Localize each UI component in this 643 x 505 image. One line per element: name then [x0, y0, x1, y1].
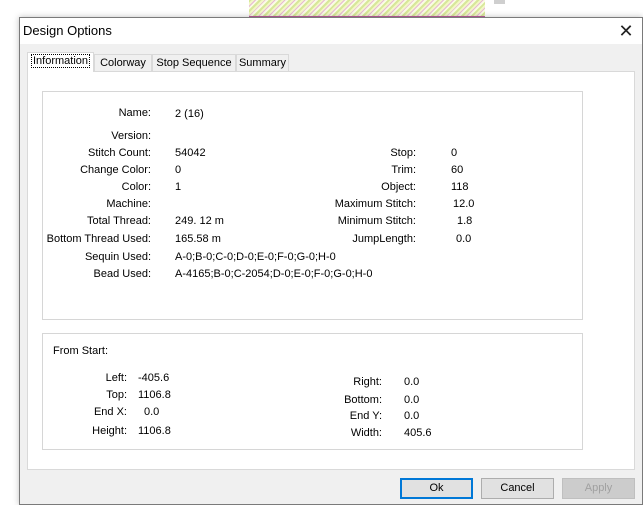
top-label: Top:: [106, 389, 127, 401]
title-bar[interactable]: Design Options ✕: [20, 18, 642, 44]
end-x-label: End X:: [93, 406, 127, 418]
sequin-used-value: A-0;B-0;C-0;D-0;E-0;F-0;G-0;H-0: [175, 251, 336, 263]
min-stitch-label: Minimum Stitch:: [337, 215, 416, 227]
background-edge-mark: [494, 0, 505, 4]
name-value: 2 (16): [175, 108, 204, 120]
bottom-thread-value: 165.58 m: [175, 233, 221, 245]
color-value: 1: [175, 181, 182, 193]
design-options-dialog: Design Options ✕ Information Colorway St…: [19, 17, 643, 505]
bottom-value: 0.0: [404, 394, 420, 406]
trim-value: 60: [451, 164, 464, 176]
max-stitch-value: 12.0: [453, 198, 475, 210]
object-label: Object:: [381, 181, 416, 193]
trim-label: Trim:: [391, 164, 416, 176]
tab-summary[interactable]: Summary: [236, 54, 289, 72]
sequin-used-label: Sequin Used:: [84, 251, 151, 263]
bottom-label: Bottom:: [344, 394, 382, 406]
height-value: 1106.8: [138, 425, 171, 437]
tab-colorway[interactable]: Colorway: [94, 54, 152, 72]
width-label: Width:: [350, 427, 382, 439]
width-value: 405.6: [404, 427, 432, 439]
end-y-label: End Y:: [349, 410, 382, 422]
top-value: 1106.8: [138, 389, 171, 401]
from-start-group: From Start: Left: -405.6 Top: 1106.8 End…: [42, 333, 583, 450]
apply-button[interactable]: Apply: [562, 478, 635, 499]
stop-value: 0: [451, 147, 458, 159]
change-color-value: 0: [175, 164, 182, 176]
max-stitch-label: Maximum Stitch:: [334, 198, 416, 210]
information-panel: Name: 2 (16) Version: Stitch Count: 5404…: [27, 71, 635, 470]
stitch-count-label: Stitch Count:: [88, 147, 151, 159]
jump-length-label: JumpLength:: [352, 233, 416, 245]
min-stitch-value: 1.8: [457, 215, 473, 227]
left-value: -405.6: [138, 372, 170, 384]
bottom-thread-label: Bottom Thread Used:: [46, 233, 151, 245]
from-start-heading: From Start:: [53, 345, 109, 357]
end-x-value: 0.0: [144, 406, 160, 418]
name-label: Name:: [118, 107, 151, 119]
total-thread-label: Total Thread:: [86, 215, 151, 227]
tab-stop-sequence[interactable]: Stop Sequence: [152, 54, 236, 72]
right-label: Right:: [353, 376, 382, 388]
background-design-preview: [249, 0, 485, 17]
end-y-value: 0.0: [404, 410, 420, 422]
tab-colorway-label: Colorway: [100, 57, 146, 69]
left-label: Left:: [105, 372, 127, 384]
right-value: 0.0: [404, 376, 420, 388]
close-icon[interactable]: ✕: [610, 18, 642, 44]
version-label: Version:: [111, 130, 151, 142]
total-thread-value: 249. 12 m: [175, 215, 224, 227]
cancel-button[interactable]: Cancel: [481, 478, 554, 499]
stitch-count-value: 54042: [175, 147, 206, 159]
jump-length-value: 0.0: [456, 233, 472, 245]
tab-information[interactable]: Information: [27, 52, 94, 72]
tab-information-label: Information: [30, 54, 91, 68]
machine-label: Machine:: [106, 198, 151, 210]
window-title: Design Options: [23, 23, 112, 38]
color-label: Color:: [121, 181, 151, 193]
ok-button[interactable]: Ok: [400, 478, 473, 499]
stop-label: Stop:: [390, 147, 416, 159]
tab-summary-label: Summary: [238, 57, 287, 69]
height-label: Height:: [92, 425, 127, 437]
change-color-label: Change Color:: [80, 164, 151, 176]
bead-used-value: A-4165;B-0;C-2054;D-0;E-0;F-0;G-0;H-0: [175, 268, 373, 280]
tab-stop-sequence-label: Stop Sequence: [156, 57, 232, 69]
object-value: 118: [451, 181, 469, 193]
bead-used-label: Bead Used:: [93, 268, 151, 280]
design-info-group: Name: 2 (16) Version: Stitch Count: 5404…: [42, 91, 583, 320]
